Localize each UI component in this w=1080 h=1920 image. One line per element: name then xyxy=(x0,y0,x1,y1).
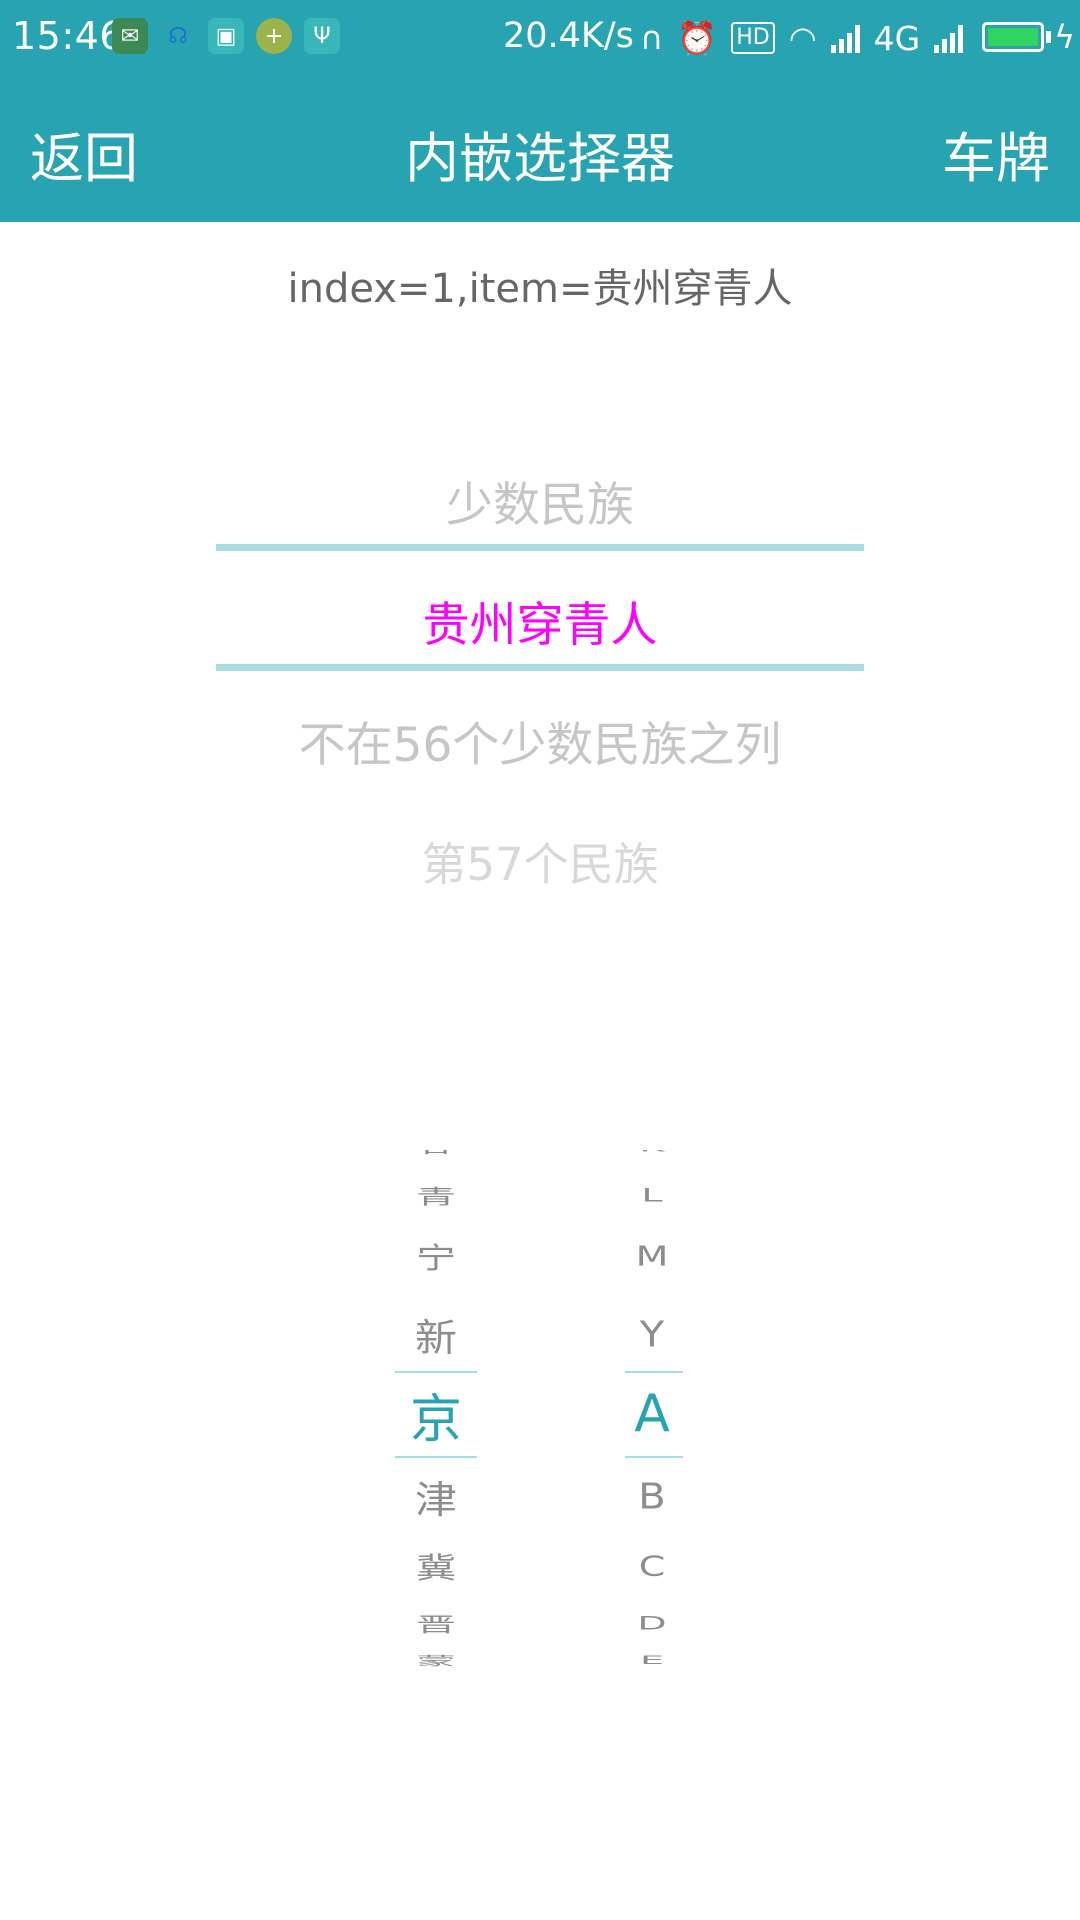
notification-icons: ✉ ☊ ▣ + Ψ xyxy=(112,18,340,54)
hd-icon: HD xyxy=(731,22,775,54)
usb-icon: Ψ xyxy=(304,18,340,54)
picker-divider xyxy=(625,1456,683,1458)
picker-item[interactable]: 津 xyxy=(391,1466,481,1529)
system-icons: ∩ ⏰ HD ◠ 4G xyxy=(640,16,964,60)
picker-item[interactable]: 宁 xyxy=(391,1234,481,1279)
selection-result: index=1,item=贵州穿青人 xyxy=(287,266,793,312)
network-type: 4G xyxy=(873,18,921,58)
wheel-item[interactable]: 不在56个少数民族之列 xyxy=(216,680,864,800)
picker-divider xyxy=(395,1456,477,1458)
picker-item[interactable]: E xyxy=(607,1653,697,1666)
picker-item[interactable]: 新 xyxy=(391,1304,481,1367)
picker-divider xyxy=(625,1371,683,1373)
headphones-icon: ∩ xyxy=(640,19,664,57)
ethnicity-wheel-picker[interactable]: 少数民族 贵州穿青人 不在56个少数民族之列 第57个民族 xyxy=(216,440,864,920)
letter-picker-column[interactable]: K L M Y A B C D E xyxy=(607,1150,697,1668)
picker-item[interactable]: K xyxy=(607,1150,697,1156)
battery-icon xyxy=(982,22,1044,52)
wheel-item[interactable]: 少数民族 xyxy=(216,440,864,560)
wheel-item-selected[interactable]: 贵州穿青人 xyxy=(216,560,864,680)
plus-icon: + xyxy=(256,18,292,54)
wechat-icon: ✉ xyxy=(112,18,148,54)
status-time: 15:46 xyxy=(12,14,125,58)
wifi-icon: ◠ xyxy=(788,19,817,57)
province-picker-column[interactable]: 甘 青 宁 新 京 津 冀 晋 蒙 xyxy=(391,1150,481,1668)
license-plate-button[interactable]: 车牌 xyxy=(942,114,1050,193)
wheel-divider-top xyxy=(216,544,864,551)
picker-item[interactable]: 冀 xyxy=(391,1544,481,1589)
picker-item[interactable]: M xyxy=(607,1234,697,1279)
picker-item[interactable]: L xyxy=(607,1183,697,1208)
picker-divider xyxy=(395,1371,477,1373)
status-bar: 15:46 ✉ ☊ ▣ + Ψ 20.4K/s ∩ ⏰ HD ◠ 4G ϟ xyxy=(0,0,1080,78)
wheel-divider-bottom xyxy=(216,664,864,671)
letter-selected[interactable]: A xyxy=(607,1374,697,1454)
toolbar: 返回 内嵌选择器 车牌 xyxy=(0,78,1080,222)
signal-icon-2 xyxy=(934,23,964,53)
picker-item[interactable]: 甘 xyxy=(391,1150,481,1156)
wheel-item[interactable]: 第57个民族 xyxy=(216,800,864,920)
battery-tip xyxy=(1046,31,1051,43)
picker-item[interactable]: 青 xyxy=(391,1183,481,1209)
picker-item[interactable]: D xyxy=(607,1611,697,1636)
picker-item[interactable]: 晋 xyxy=(391,1611,481,1637)
picker-item[interactable]: 蒙 xyxy=(391,1654,481,1668)
picker-item[interactable]: Y xyxy=(607,1304,697,1367)
alarm-icon: ⏰ xyxy=(677,19,718,57)
net-speed: 20.4K/s xyxy=(503,16,634,56)
support-icon: ☊ xyxy=(168,23,188,49)
province-selected[interactable]: 京 xyxy=(391,1374,481,1454)
picker-item[interactable]: B xyxy=(607,1466,697,1529)
charging-icon: ϟ xyxy=(1054,18,1076,56)
scan-icon: ▣ xyxy=(208,18,244,54)
page-title: 内嵌选择器 xyxy=(405,127,675,190)
picker-item[interactable]: C xyxy=(607,1544,697,1589)
signal-icon xyxy=(830,23,860,53)
